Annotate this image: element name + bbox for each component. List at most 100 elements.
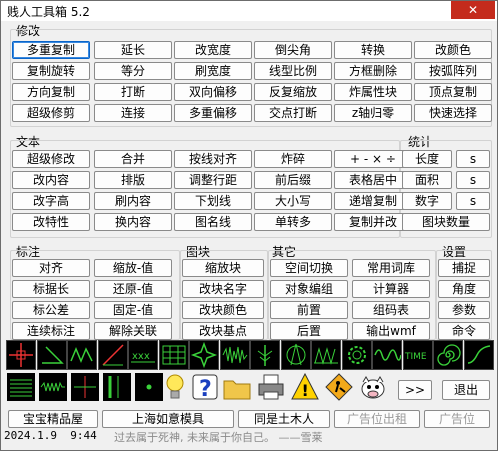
text-button[interactable]: 下划线 — [174, 192, 252, 210]
text-button[interactable]: 炸碎 — [254, 150, 332, 168]
block-button[interactable]: 改块颜色 — [182, 301, 264, 319]
other-button[interactable]: 计算器 — [352, 280, 430, 298]
modify-button[interactable]: 等分 — [94, 62, 172, 80]
lines-icon[interactable] — [6, 372, 36, 402]
hatch-cross-icon[interactable] — [311, 340, 341, 370]
modify-button[interactable]: 炸属性块 — [334, 83, 412, 101]
settings-button[interactable]: 命令 — [438, 322, 490, 340]
other-button[interactable]: 空间切换 — [270, 259, 348, 277]
angle-icon[interactable] — [36, 340, 67, 370]
modify-button[interactable]: 多重偏移 — [174, 104, 252, 122]
exit-button[interactable]: 退出 — [442, 380, 490, 400]
annotate-button[interactable]: 缩放-值 — [94, 259, 172, 277]
text-button[interactable]: 换内容 — [94, 213, 172, 231]
wave-icon[interactable] — [219, 340, 250, 370]
modify-button[interactable]: 反复缩放 — [254, 83, 332, 101]
folder-icon[interactable] — [222, 372, 252, 402]
construction-icon[interactable] — [324, 372, 354, 402]
modify-button[interactable]: 方框删除 — [334, 62, 412, 80]
other-button[interactable]: 对象编组 — [270, 280, 348, 298]
text-button[interactable]: + - × ÷ — [334, 150, 412, 168]
link-button-4[interactable]: 广告位 — [424, 410, 490, 428]
tree-icon[interactable] — [250, 340, 280, 370]
modify-button[interactable]: 刷宽度 — [174, 62, 252, 80]
text-button[interactable]: 复制并改 — [334, 213, 412, 231]
grid-icon[interactable] — [158, 340, 189, 370]
stats-length-s-button[interactable]: s — [456, 150, 490, 168]
block-button[interactable]: 缩放块 — [182, 259, 264, 277]
annotate-button[interactable]: 解除关联 — [94, 322, 172, 340]
text-button[interactable]: 单转多 — [254, 213, 332, 231]
modify-button[interactable]: 方向复制 — [12, 83, 90, 101]
settings-button[interactable]: 捕捉 — [438, 259, 490, 277]
cow-icon[interactable] — [358, 372, 388, 402]
text-button[interactable]: 改字高 — [12, 192, 90, 210]
modify-button[interactable]: z轴归零 — [334, 104, 412, 122]
text-button[interactable]: 改内容 — [12, 171, 90, 189]
stats-area-s-button[interactable]: s — [456, 171, 490, 189]
modify-button[interactable]: 顶点复制 — [414, 83, 492, 101]
text-button[interactable]: 超级修改 — [12, 150, 90, 168]
modify-button[interactable]: 复制旋转 — [12, 62, 90, 80]
other-button[interactable]: 常用词库 — [352, 259, 430, 277]
text-button[interactable]: 改特性 — [12, 213, 90, 231]
text-button[interactable]: 按线对齐 — [174, 150, 252, 168]
text-button[interactable]: 图名线 — [174, 213, 252, 231]
close-button[interactable]: ✕ — [451, 1, 495, 19]
modify-button[interactable]: 倒尖角 — [254, 41, 332, 59]
annotate-button[interactable]: 连续标注 — [12, 322, 90, 340]
curve-icon[interactable] — [463, 340, 494, 370]
text-button[interactable]: 递增复制 — [334, 192, 412, 210]
text-button[interactable]: 刷内容 — [94, 192, 172, 210]
annotate-button[interactable]: 对齐 — [12, 259, 90, 277]
annotate-button[interactable]: 还原-值 — [94, 280, 172, 298]
stats-block-count-button[interactable]: 图块数量 — [402, 213, 490, 231]
modify-button[interactable]: 转换 — [334, 41, 412, 59]
stats-number-s-button[interactable]: s — [456, 192, 490, 210]
other-button[interactable]: 后置 — [270, 322, 348, 340]
text-button[interactable]: 前后缀 — [254, 171, 332, 189]
modify-button[interactable]: 改宽度 — [174, 41, 252, 59]
link-button-0[interactable]: 宝宝精品屋 — [8, 410, 98, 428]
text-button[interactable]: 大小写 — [254, 192, 332, 210]
annotate-button[interactable]: 固定-值 — [94, 301, 172, 319]
cross-icon[interactable] — [70, 372, 100, 402]
gear-icon[interactable] — [341, 340, 372, 370]
sine-icon[interactable] — [372, 340, 402, 370]
star-icon[interactable] — [189, 340, 219, 370]
annotate-button[interactable]: 标据长 — [12, 280, 90, 298]
printer-icon[interactable] — [256, 372, 286, 402]
modify-button[interactable]: 多重复制 — [12, 41, 90, 59]
warning-icon[interactable]: ! — [290, 372, 320, 402]
block-button[interactable]: 改块基点 — [182, 322, 264, 340]
modify-button[interactable]: 连接 — [94, 104, 172, 122]
zigzag-icon[interactable] — [67, 340, 97, 370]
stats-area-button[interactable]: 面积 — [402, 171, 452, 189]
annotate-button[interactable]: 标公差 — [12, 301, 90, 319]
other-button[interactable]: 前置 — [270, 301, 348, 319]
modify-button[interactable]: 延长 — [94, 41, 172, 59]
spiral-icon[interactable] — [433, 340, 463, 370]
text-button[interactable]: 合并 — [94, 150, 172, 168]
bulb-icon[interactable] — [160, 372, 190, 402]
hatch-xxx-icon[interactable]: xxx — [128, 340, 158, 370]
stats-number-button[interactable]: 数字 — [402, 192, 452, 210]
stats-length-button[interactable]: 长度 — [402, 150, 452, 168]
other-button[interactable]: 输出wmf — [352, 322, 430, 340]
modify-button[interactable]: 超级修剪 — [12, 104, 90, 122]
modify-button[interactable]: 改颜色 — [414, 41, 492, 59]
modify-button[interactable]: 双向偏移 — [174, 83, 252, 101]
link-button-2[interactable]: 同是土木人 — [238, 410, 330, 428]
settings-button[interactable]: 参数 — [438, 301, 490, 319]
slope-icon[interactable] — [97, 340, 128, 370]
modify-button[interactable]: 快速选择 — [414, 104, 492, 122]
modify-button[interactable]: 打断 — [94, 83, 172, 101]
bars-icon[interactable] — [102, 372, 132, 402]
other-button[interactable]: 组码表 — [352, 301, 430, 319]
link-button-3[interactable]: 广告位出租 — [334, 410, 420, 428]
compass-icon[interactable] — [280, 340, 311, 370]
next-page-button[interactable]: >> — [398, 380, 432, 400]
text-button[interactable]: 调整行距 — [174, 171, 252, 189]
modify-button[interactable]: 线型比例 — [254, 62, 332, 80]
help-icon[interactable]: ? — [190, 372, 220, 402]
